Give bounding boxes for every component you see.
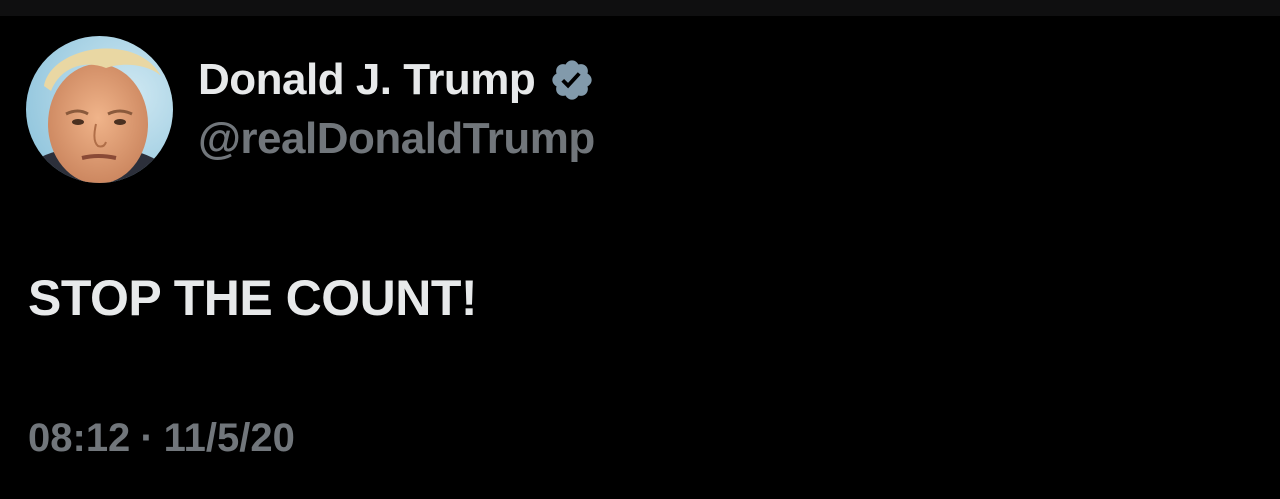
- tweet-time: 08:12: [28, 416, 131, 460]
- tweet-timestamp[interactable]: 08:12 · 11/5/20: [28, 416, 295, 461]
- separator-dot: ·: [140, 416, 154, 460]
- avatar-photo: [26, 36, 173, 183]
- verified-badge-icon[interactable]: [549, 57, 595, 103]
- author-handle[interactable]: @realDonaldTrump: [198, 114, 595, 164]
- display-name[interactable]: Donald J. Trump: [198, 55, 536, 105]
- tweet-date: 11/5/20: [163, 416, 295, 460]
- top-bar: [0, 0, 1280, 16]
- avatar[interactable]: [26, 36, 173, 183]
- tweet-card: Donald J. Trump @realDonaldTrump STOP TH…: [0, 16, 1280, 499]
- author-name-row: Donald J. Trump: [198, 52, 595, 108]
- tweet-text: STOP THE COUNT!: [28, 270, 478, 326]
